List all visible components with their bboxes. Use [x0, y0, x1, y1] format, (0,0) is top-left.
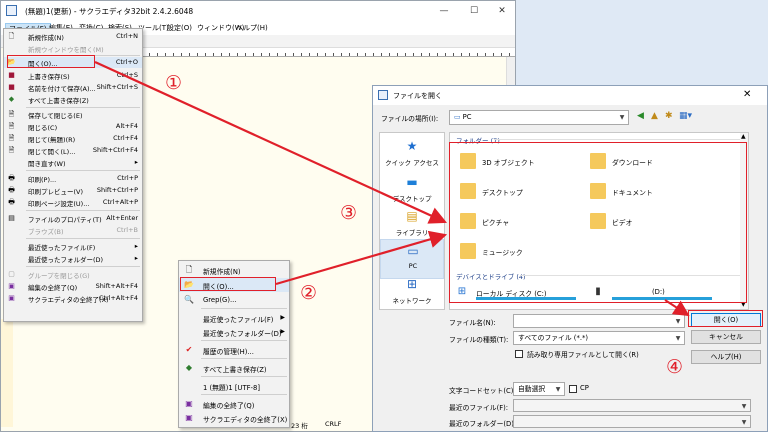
arrow-list-to-open [664, 299, 690, 317]
annotation-arrows [94, 60, 690, 317]
arrow-ctx-to-list [275, 230, 448, 286]
arrow-menu-to-list [94, 60, 448, 224]
